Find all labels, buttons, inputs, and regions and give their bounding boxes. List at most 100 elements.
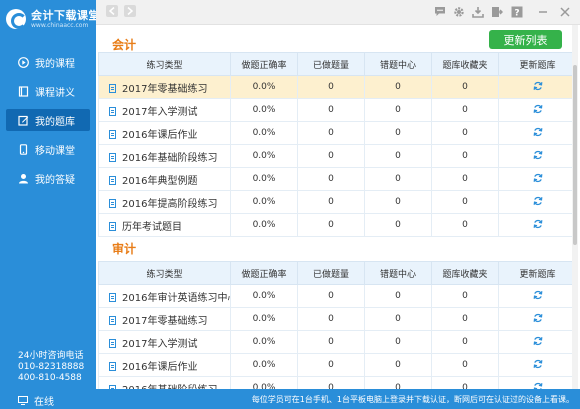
favorites-cell[interactable]: 0 <box>431 284 499 308</box>
exercise-name[interactable]: 2016年审计英语练习中心 <box>122 293 230 304</box>
favorites-cell[interactable]: 0 <box>431 330 499 354</box>
wrong-center-cell[interactable]: 0 <box>364 190 432 214</box>
table-row[interactable]: 2017年零基础练习 0.0% 0 0 0 <box>98 307 577 331</box>
refresh-icon[interactable] <box>533 173 543 183</box>
exercise-name[interactable]: 2016年典型例题 <box>122 176 197 187</box>
settings-icon[interactable] <box>452 5 465 18</box>
exercise-name[interactable]: 2016年提高阶段练习 <box>122 199 217 210</box>
wrong-center-cell[interactable]: 0 <box>364 353 432 377</box>
update-bank-cell[interactable] <box>498 190 577 214</box>
exercise-name[interactable]: 2016年基础阶段练习 <box>122 153 217 164</box>
vertical-scrollbar[interactable] <box>572 25 578 397</box>
exercise-name[interactable]: 2016年课后作业 <box>122 362 197 373</box>
update-bank-cell[interactable] <box>498 330 577 354</box>
favorites-cell[interactable]: 0 <box>431 121 499 145</box>
update-list-button[interactable]: 更新列表 <box>489 30 562 49</box>
wrong-center-cell[interactable]: 0 <box>364 167 432 191</box>
table-row[interactable]: 2016年审计英语练习中心 0.0% 0 0 0 <box>98 284 577 308</box>
wrong-center-cell[interactable]: 0 <box>364 121 432 145</box>
update-bank-cell[interactable] <box>498 121 577 145</box>
table-row[interactable]: 2017年入学测试 0.0% 0 0 0 <box>98 98 577 122</box>
exercise-name-cell[interactable]: 2016年课后作业 <box>98 353 231 377</box>
table-row[interactable]: 2016年基础阶段练习0.0%000 <box>98 144 577 168</box>
refresh-icon[interactable] <box>533 104 543 114</box>
table-row[interactable]: 2016年课后作业 0.0% 0 0 0 <box>98 353 577 377</box>
sidebar-item-my-qa[interactable]: 我的答疑 <box>6 167 90 189</box>
sidebar-item-mobile-class[interactable]: 移动课堂 <box>6 138 90 160</box>
exercise-name-cell[interactable]: 2016年基础阶段练习 <box>98 144 231 168</box>
wrong-center-cell[interactable]: 0 <box>364 98 432 122</box>
refresh-icon[interactable] <box>533 219 543 229</box>
favorites-cell[interactable]: 0 <box>431 213 499 237</box>
favorites-cell[interactable]: 0 <box>431 144 499 168</box>
exercise-name-cell[interactable]: 2016年典型例题 <box>98 167 231 191</box>
refresh-icon[interactable] <box>533 81 543 91</box>
forward-icon[interactable] <box>124 5 136 17</box>
favorites-cell[interactable]: 0 <box>431 75 499 99</box>
exercise-name-cell[interactable]: 历年考试题目 <box>98 213 231 237</box>
download-icon[interactable] <box>471 5 484 18</box>
table-row[interactable]: 2017年入学测试 0.0% 0 0 0 <box>98 330 577 354</box>
refresh-icon[interactable] <box>533 196 543 206</box>
sidebar-item-my-courses[interactable]: 我的课程 <box>6 51 90 73</box>
exercise-name[interactable]: 2017年入学测试 <box>122 107 197 118</box>
wrong-center-cell[interactable]: 0 <box>364 75 432 99</box>
main-content: 会计 更新列表 练习类型 做题正确率 已做题量 错题中心 题库收藏夹 更新题库 … <box>96 25 580 409</box>
table-row[interactable]: 2016年典型例题 0.0% 0 0 0 <box>98 167 577 191</box>
table-row[interactable]: 2016年提高阶段练习 0.0% 0 0 0 <box>98 190 577 214</box>
scrollbar-thumb[interactable] <box>573 65 577 245</box>
help-icon[interactable]: ? <box>510 5 523 18</box>
refresh-icon[interactable] <box>533 150 543 160</box>
accuracy-cell: 0.0% <box>230 144 298 168</box>
column-header: 练习类型 <box>98 52 231 76</box>
exercise-name-cell[interactable]: 2017年零基础练习 <box>98 75 231 99</box>
table-row[interactable]: 历年考试题目 0.0% 0 0 0 <box>98 213 577 237</box>
column-header: 已做题量 <box>297 261 365 285</box>
exercise-name-cell[interactable]: 2017年零基础练习 <box>98 307 231 331</box>
sidebar-item-lecture-notes[interactable]: 课程讲义 <box>6 80 90 102</box>
update-bank-cell[interactable] <box>498 75 577 99</box>
refresh-icon[interactable] <box>533 313 543 323</box>
wrong-center-cell[interactable]: 0 <box>364 213 432 237</box>
exercise-name[interactable]: 2017年零基础练习 <box>122 84 207 95</box>
favorites-cell[interactable]: 0 <box>431 167 499 191</box>
online-status[interactable]: 在线 <box>18 393 54 408</box>
exercise-name[interactable]: 2017年入学测试 <box>122 339 197 350</box>
update-bank-cell[interactable] <box>498 98 577 122</box>
favorites-cell[interactable]: 0 <box>431 353 499 377</box>
message-icon[interactable] <box>433 5 446 18</box>
book-icon <box>18 85 29 97</box>
back-icon[interactable] <box>106 5 118 17</box>
update-bank-cell[interactable] <box>498 353 577 377</box>
minimize-icon[interactable] <box>536 5 549 18</box>
exercise-name-cell[interactable]: 2017年入学测试 <box>98 330 231 354</box>
update-bank-cell[interactable] <box>498 167 577 191</box>
close-icon[interactable] <box>558 5 571 18</box>
favorites-cell[interactable]: 0 <box>431 307 499 331</box>
refresh-icon[interactable] <box>533 127 543 137</box>
wrong-center-cell[interactable]: 0 <box>364 284 432 308</box>
wrong-center-cell[interactable]: 0 <box>364 307 432 331</box>
table-row[interactable]: 2016年课后作业 0.0% 0 0 0 <box>98 121 577 145</box>
exercise-name[interactable]: 历年考试题目 <box>122 222 182 233</box>
update-bank-cell[interactable] <box>498 307 577 331</box>
refresh-icon[interactable] <box>533 290 543 300</box>
update-bank-cell[interactable] <box>498 284 577 308</box>
update-bank-cell[interactable] <box>498 213 577 237</box>
favorites-cell[interactable]: 0 <box>431 98 499 122</box>
table-row[interactable]: 2017年零基础练习 0.0% 0 0 0 <box>98 75 577 99</box>
wrong-center-cell[interactable]: 0 <box>364 330 432 354</box>
exercise-name-cell[interactable]: 2016年提高阶段练习 <box>98 190 231 214</box>
sidebar-item-my-question-bank[interactable]: 我的题库 <box>6 109 90 131</box>
refresh-icon[interactable] <box>533 359 543 369</box>
wrong-center-cell[interactable]: 0 <box>364 144 432 168</box>
update-bank-cell[interactable] <box>498 144 577 168</box>
favorites-cell[interactable]: 0 <box>431 190 499 214</box>
exercise-name-cell[interactable]: 2016年审计英语练习中心 <box>98 284 231 308</box>
logout-icon[interactable] <box>490 5 503 18</box>
exercise-name[interactable]: 2016年课后作业 <box>122 130 197 141</box>
exercise-name[interactable]: 2017年零基础练习 <box>122 316 207 327</box>
exercise-name-cell[interactable]: 2016年课后作业 <box>98 121 231 145</box>
exercise-name-cell[interactable]: 2017年入学测试 <box>98 98 231 122</box>
refresh-icon[interactable] <box>533 336 543 346</box>
